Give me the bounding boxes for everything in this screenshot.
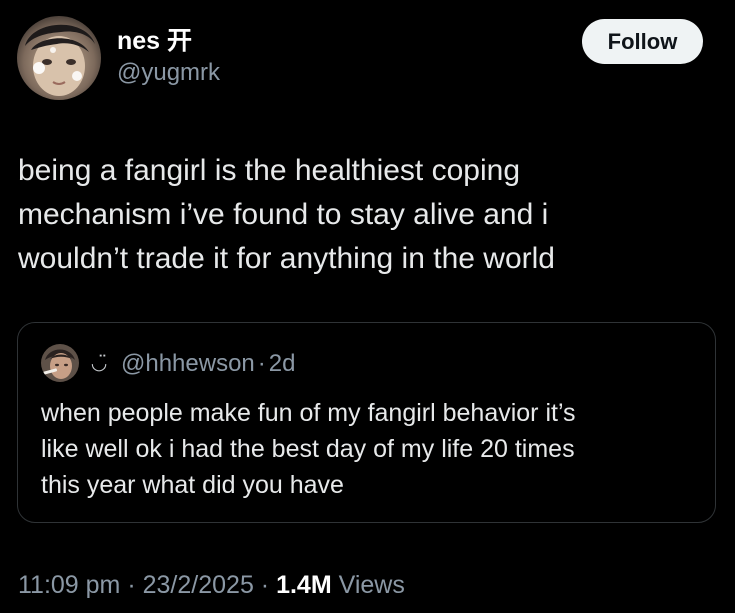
quote-author-avatar[interactable] [41, 344, 79, 382]
avatar-photo-icon [17, 16, 101, 100]
quote-text: when people make fun of my fangirl behav… [41, 399, 576, 499]
author-info: nes 开 @yugmrk [117, 26, 220, 88]
quote-handle[interactable]: @hhhewson [121, 349, 255, 379]
views-count: 1.4M [276, 571, 332, 599]
views-label: Views [338, 571, 405, 599]
tweet-date[interactable]: 23/2/2025 [143, 571, 254, 599]
author-display-name[interactable]: nes 开 [117, 26, 220, 56]
quote-meta: ◡̈ @hhhewson · 2d [86, 349, 296, 379]
tweet-time[interactable]: 11:09 pm [18, 571, 120, 599]
tweet-meta: 11:09 pm · 23/2/2025 · 1.4M Views [18, 568, 405, 602]
quoted-tweet[interactable]: ◡̈ @hhhewson · 2d when people make fun o… [17, 322, 716, 523]
smiley-icon: ◡̈ [90, 353, 108, 374]
quote-age[interactable]: 2d [269, 349, 296, 379]
quote-separator: · [257, 350, 266, 377]
tweet-text: being a fangirl is the healthiest coping… [18, 154, 555, 275]
meta-separator: · [260, 571, 270, 599]
follow-button[interactable]: Follow [582, 19, 703, 64]
author-avatar[interactable] [17, 16, 101, 100]
author-handle[interactable]: @yugmrk [117, 58, 220, 88]
meta-separator: · [127, 571, 136, 599]
tweet: nes 开 @yugmrk Follow being a fangirl is … [0, 0, 735, 613]
quote-avatar-photo-icon [41, 344, 79, 382]
